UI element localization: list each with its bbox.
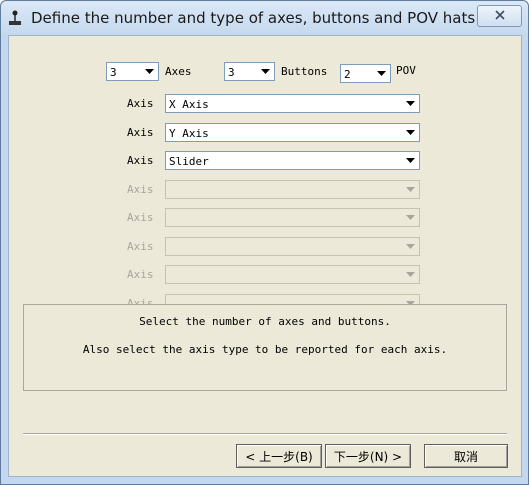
chevron-down-icon xyxy=(258,64,273,79)
axis-type-select[interactable]: Y Axis xyxy=(165,123,420,142)
next-button[interactable]: 下一步(N) > xyxy=(325,444,411,468)
close-button[interactable] xyxy=(477,5,522,27)
axis-label: Axis xyxy=(127,211,154,224)
info-line-2: Also select the axis type to be reported… xyxy=(82,343,448,356)
axis-type-value: Y Axis xyxy=(169,127,209,140)
pov-count-label: POV xyxy=(396,64,416,77)
axis-type-select[interactable]: X Axis xyxy=(165,94,420,113)
chevron-down-icon xyxy=(374,66,389,81)
pov-count-select[interactable]: 2 xyxy=(340,64,391,83)
axis-label: Axis xyxy=(127,154,154,167)
chevron-down-icon xyxy=(403,210,418,225)
axes-count-select[interactable]: 3 xyxy=(106,62,159,81)
pov-count-value: 2 xyxy=(344,68,351,81)
axis-label: Axis xyxy=(127,97,154,110)
dialog-window: Define the number and type of axes, butt… xyxy=(0,0,529,485)
axis-type-select xyxy=(165,237,420,256)
dialog-content: 3 Axes 3 Buttons 2 POV Axis X Axis Axis Y A… xyxy=(8,35,522,477)
window-title: Define the number and type of axes, butt… xyxy=(31,9,476,27)
chevron-down-icon xyxy=(403,239,418,254)
chevron-down-icon xyxy=(403,96,418,111)
cancel-button[interactable]: 取消 xyxy=(424,444,508,468)
axis-type-select xyxy=(165,208,420,227)
axis-type-select[interactable]: Slider xyxy=(165,151,420,170)
axis-label: Axis xyxy=(127,126,154,139)
back-button[interactable]: < 上一步(B) xyxy=(236,444,322,468)
buttons-count-label: Buttons xyxy=(281,65,328,78)
chevron-down-icon xyxy=(403,125,418,140)
info-line-1: Select the number of axes and buttons. xyxy=(139,315,391,328)
axis-label: Axis xyxy=(127,268,154,281)
axis-type-value: Slider xyxy=(169,155,209,168)
axis-label: Axis xyxy=(127,183,154,196)
axes-count-label: Axes xyxy=(165,65,192,78)
info-panel: Select the number of axes and buttons. A… xyxy=(23,304,507,391)
separator xyxy=(23,433,507,435)
close-icon xyxy=(494,7,505,25)
buttons-count-value: 3 xyxy=(228,66,235,79)
axis-type-select xyxy=(165,180,420,199)
axis-type-value: X Axis xyxy=(169,98,209,111)
axis-label: Axis xyxy=(127,240,154,253)
axes-count-value: 3 xyxy=(110,66,117,79)
axis-type-select xyxy=(165,265,420,284)
chevron-down-icon xyxy=(142,64,157,79)
chevron-down-icon xyxy=(403,182,418,197)
joystick-icon xyxy=(7,10,23,26)
chevron-down-icon xyxy=(403,153,418,168)
chevron-down-icon xyxy=(403,267,418,282)
buttons-count-select[interactable]: 3 xyxy=(224,62,275,81)
title-bar[interactable]: Define the number and type of axes, butt… xyxy=(1,1,528,35)
